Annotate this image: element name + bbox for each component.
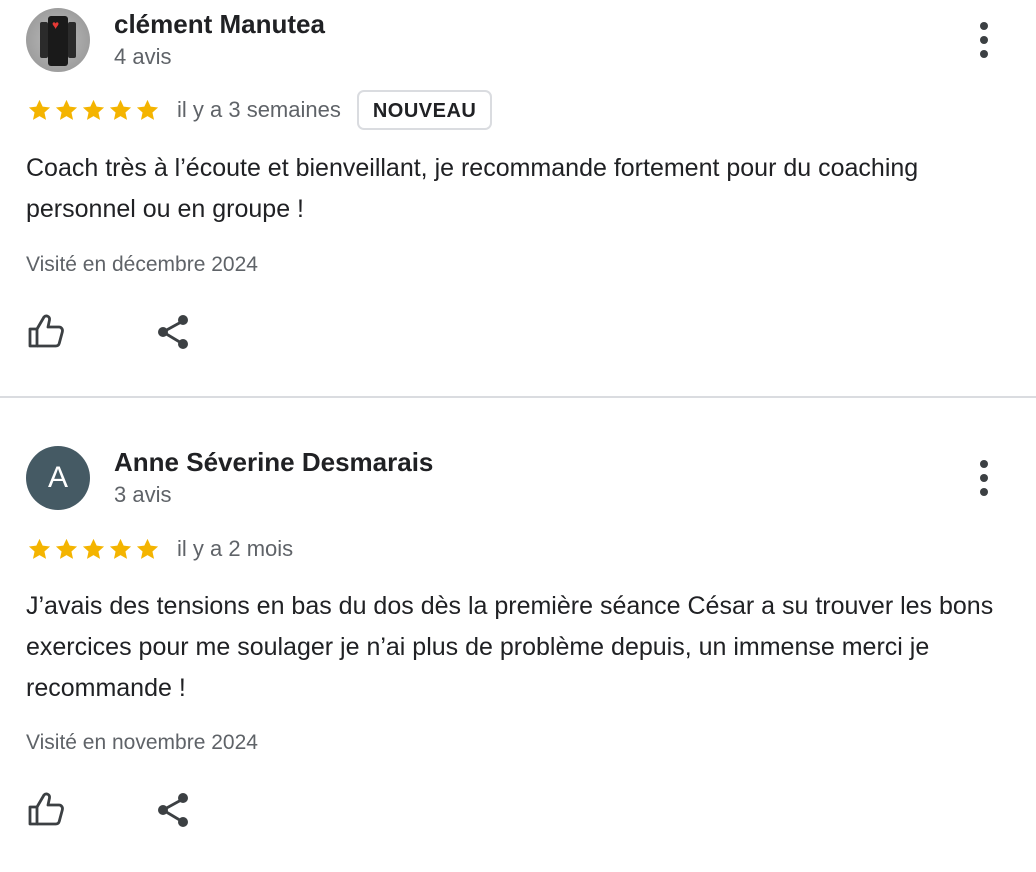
more-vert-icon [980,460,988,496]
share-button[interactable] [152,788,196,832]
rating-row: il y a 3 semaines NOUVEAU [26,90,493,130]
review-card: ♥ clément Manutea 4 avis il y a 3 semain… [0,0,1036,396]
reviewer-review-count: 3 avis [114,482,172,507]
reviewer-review-count: 4 avis [114,44,172,69]
share-icon [158,315,188,349]
star-icon [136,99,159,120]
more-vert-icon [980,22,988,58]
star-rating [26,97,161,124]
star-icon [82,538,105,559]
avatar-photo-detail [40,22,48,58]
more-options-button[interactable] [964,456,1004,500]
reviewer-avatar[interactable]: ♥ [26,8,90,72]
rating-row: il y a 2 mois [26,531,293,567]
star-icon [55,538,78,559]
like-button[interactable] [24,787,68,831]
star-icon [109,99,132,120]
star-rating [26,536,161,563]
review-date: il y a 2 mois [177,536,294,561]
thumbs-up-icon [28,314,64,348]
star-icon [136,538,159,559]
reviewer-name[interactable]: clément Manutea [114,9,325,40]
avatar-photo-detail [68,22,76,58]
star-icon [109,538,132,559]
star-icon [28,99,51,120]
visit-date: Visité en novembre 2024 [26,731,258,754]
share-icon [158,793,188,827]
star-icon [82,99,105,120]
review-text: Coach très à l’écoute et bienveillant, j… [26,154,919,223]
more-options-button[interactable] [964,18,1004,62]
share-button[interactable] [152,310,196,354]
visit-date: Visité en décembre 2024 [26,253,258,276]
review-card: A Anne Séverine Desmarais 3 avis il y a … [0,398,1036,872]
like-button[interactable] [24,309,68,353]
reviewer-avatar[interactable]: A [26,446,90,510]
review-text: J’avais des tensions en bas du dos dès l… [26,592,994,702]
thumbs-up-icon [28,792,64,826]
reviewer-name[interactable]: Anne Séverine Desmarais [114,447,433,478]
review-date: il y a 3 semaines [177,97,341,122]
star-icon [55,99,78,120]
star-icon [28,538,51,559]
new-badge: NOUVEAU [356,90,493,130]
heart-icon: ♥ [52,18,60,32]
